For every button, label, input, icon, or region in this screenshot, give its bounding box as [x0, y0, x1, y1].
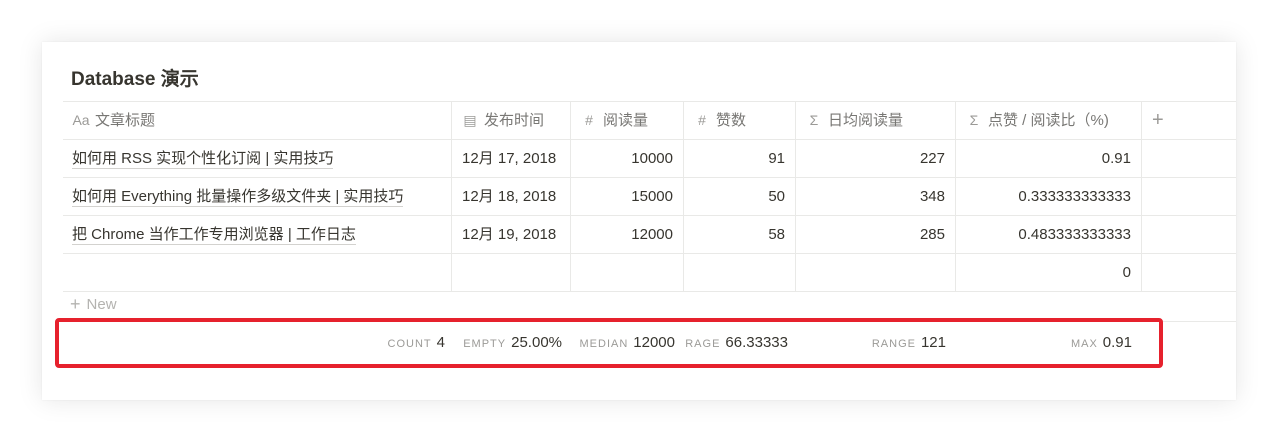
- column-header-likes[interactable]: # 赞数: [684, 102, 796, 139]
- cell-empty[interactable]: [1142, 254, 1236, 291]
- cell-daily[interactable]: 227: [796, 140, 956, 177]
- cell-ratio[interactable]: 0.333333333333: [956, 178, 1142, 215]
- column-header-daily[interactable]: Σ 日均阅读量: [796, 102, 956, 139]
- cell-reads[interactable]: 12000: [571, 216, 684, 253]
- table-row[interactable]: 如何用 RSS 实现个性化订阅 | 实用技巧 12月 17, 2018 1000…: [63, 140, 1236, 178]
- cell-date[interactable]: [452, 254, 571, 291]
- page-title: Database 演示: [71, 69, 199, 90]
- calendar-icon: ▤: [463, 112, 477, 128]
- cell-date[interactable]: 12月 18, 2018: [452, 178, 571, 215]
- cell-likes[interactable]: 58: [684, 216, 796, 253]
- cell-daily[interactable]: 348: [796, 178, 956, 215]
- cell-daily[interactable]: [796, 254, 956, 291]
- cell-reads[interactable]: [571, 254, 684, 291]
- column-header-title[interactable]: Aa 文章标题: [63, 102, 452, 139]
- column-header-label: 发布时间: [484, 112, 545, 129]
- database-table: Aa 文章标题 ▤ 发布时间 # 阅读量 # 赞数 Σ 日均阅读量 Σ 点赞 / 阅读比（%…: [63, 101, 1236, 292]
- cell-likes[interactable]: 50: [684, 178, 796, 215]
- cell-title[interactable]: [63, 254, 452, 291]
- cell-empty[interactable]: [1142, 178, 1236, 215]
- column-header-label: 点赞 / 阅读比（%): [988, 112, 1109, 129]
- cell-title[interactable]: 把 Chrome 当作工作专用浏览器 | 工作日志: [63, 216, 452, 253]
- column-header-label: 赞数: [716, 112, 747, 129]
- cell-likes[interactable]: [684, 254, 796, 291]
- number-icon: #: [585, 112, 593, 128]
- cell-reads[interactable]: 10000: [571, 140, 684, 177]
- column-header-label: 文章标题: [95, 112, 156, 129]
- formula-icon: Σ: [809, 112, 819, 128]
- highlight-box: [55, 318, 1163, 368]
- column-header-reads[interactable]: # 阅读量: [571, 102, 684, 139]
- cell-title[interactable]: 如何用 RSS 实现个性化订阅 | 实用技巧: [63, 140, 452, 177]
- cell-ratio[interactable]: 0.483333333333: [956, 216, 1142, 253]
- column-header-label: 日均阅读量: [828, 112, 904, 129]
- table-header-row: Aa 文章标题 ▤ 发布时间 # 阅读量 # 赞数 Σ 日均阅读量 Σ 点赞 / 阅读比（%…: [63, 101, 1236, 140]
- cell-daily[interactable]: 285: [796, 216, 956, 253]
- cell-empty[interactable]: [1142, 216, 1236, 253]
- cell-date[interactable]: 12月 19, 2018: [452, 216, 571, 253]
- add-column-button[interactable]: +: [1142, 102, 1236, 139]
- cell-ratio[interactable]: 0.91: [956, 140, 1142, 177]
- column-header-label: 阅读量: [603, 112, 649, 129]
- row-title-text: 把 Chrome 当作工作专用浏览器 | 工作日志: [72, 226, 356, 245]
- cell-date[interactable]: 12月 17, 2018: [452, 140, 571, 177]
- cell-empty[interactable]: [1142, 140, 1236, 177]
- cell-likes[interactable]: 91: [684, 140, 796, 177]
- number-icon: #: [698, 112, 706, 128]
- table-row[interactable]: 把 Chrome 当作工作专用浏览器 | 工作日志 12月 19, 2018 1…: [63, 216, 1236, 254]
- row-title-text: 如何用 Everything 批量操作多级文件夹 | 实用技巧: [72, 188, 404, 207]
- column-header-date[interactable]: ▤ 发布时间: [452, 102, 571, 139]
- formula-icon: Σ: [969, 112, 979, 128]
- table-row[interactable]: 0: [63, 254, 1236, 292]
- new-row-label: New: [86, 296, 117, 313]
- new-row-button[interactable]: + New: [70, 294, 117, 315]
- text-type-icon: Aa: [72, 112, 90, 128]
- cell-ratio[interactable]: 0: [956, 254, 1142, 291]
- plus-icon: +: [70, 294, 81, 314]
- table-row[interactable]: 如何用 Everything 批量操作多级文件夹 | 实用技巧 12月 18, …: [63, 178, 1236, 216]
- row-title-text: 如何用 RSS 实现个性化订阅 | 实用技巧: [72, 150, 334, 169]
- column-header-ratio[interactable]: Σ 点赞 / 阅读比（%): [956, 102, 1142, 139]
- cell-title[interactable]: 如何用 Everything 批量操作多级文件夹 | 实用技巧: [63, 178, 452, 215]
- cell-reads[interactable]: 15000: [571, 178, 684, 215]
